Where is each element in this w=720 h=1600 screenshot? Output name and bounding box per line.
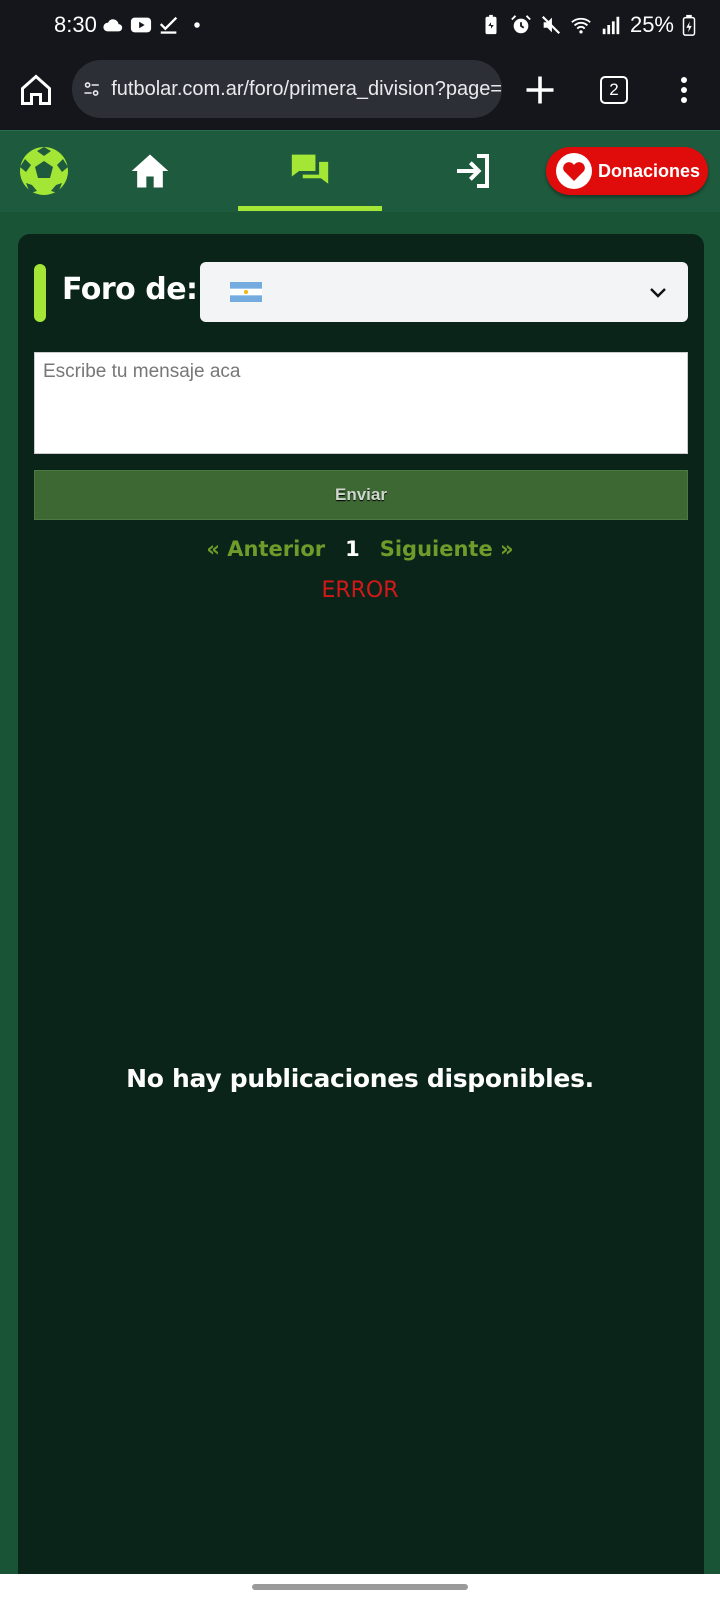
battery-percent: 25% [629, 12, 674, 37]
forum-label: Foro de: [62, 272, 198, 307]
wifi-icon [571, 17, 591, 34]
send-button[interactable]: Enviar [34, 470, 688, 520]
nav-forum-tab[interactable] [238, 131, 382, 213]
previous-page-link[interactable]: « Anterior [206, 537, 325, 561]
gesture-handle[interactable] [252, 1584, 468, 1590]
status-time: 8:30 [54, 12, 97, 37]
cloud-icon [103, 19, 123, 32]
url-text[interactable]: futbolar.com.ar/foro/primera_division?pa… [111, 78, 502, 101]
nav-home-icon[interactable] [128, 149, 172, 193]
site-settings-icon[interactable] [82, 75, 101, 103]
section-accent-bar [34, 264, 46, 322]
dot-icon [194, 22, 200, 28]
heart-icon [556, 153, 592, 189]
message-input[interactable] [34, 352, 688, 454]
soccer-ball-logo-icon[interactable] [18, 145, 70, 197]
browser-menu-icon[interactable] [670, 72, 698, 108]
tab-switcher-button[interactable]: 2 [600, 76, 628, 104]
error-message: ERROR [321, 578, 399, 603]
pagination: « Anterior 1 Siguiente » [0, 532, 720, 566]
mute-icon [541, 15, 560, 35]
forum-chat-icon [291, 154, 329, 184]
youtube-icon [130, 17, 152, 33]
alarm-icon [511, 15, 531, 34]
next-page-link[interactable]: Siguiente » [380, 537, 514, 561]
active-tab-indicator [238, 206, 382, 211]
browser-toolbar: futbolar.com.ar/foro/primera_division?pa… [0, 52, 720, 130]
battery-icon [682, 14, 696, 36]
notification-icons [102, 14, 208, 36]
argentina-flag-icon [230, 282, 262, 302]
empty-state-message: No hay publicaciones disponibles. [126, 1064, 594, 1093]
status-bar: 8:30 25% [0, 0, 720, 52]
new-tab-icon[interactable] [522, 72, 558, 108]
chevron-down-icon [650, 288, 666, 298]
country-select[interactable] [200, 262, 688, 322]
task-check-icon [159, 16, 178, 34]
donate-label: Donaciones [598, 160, 701, 181]
address-bar[interactable]: futbolar.com.ar/foro/primera_division?pa… [72, 60, 502, 118]
battery-saver-icon [485, 14, 497, 35]
donate-button[interactable]: Donaciones [546, 147, 708, 195]
nav-login-icon[interactable] [452, 151, 492, 191]
signal-icon [602, 16, 620, 35]
current-page-number: 1 [345, 537, 360, 561]
system-icons: 25% [480, 12, 696, 38]
browser-home-icon[interactable] [18, 72, 54, 108]
site-header: Donaciones [0, 130, 720, 212]
